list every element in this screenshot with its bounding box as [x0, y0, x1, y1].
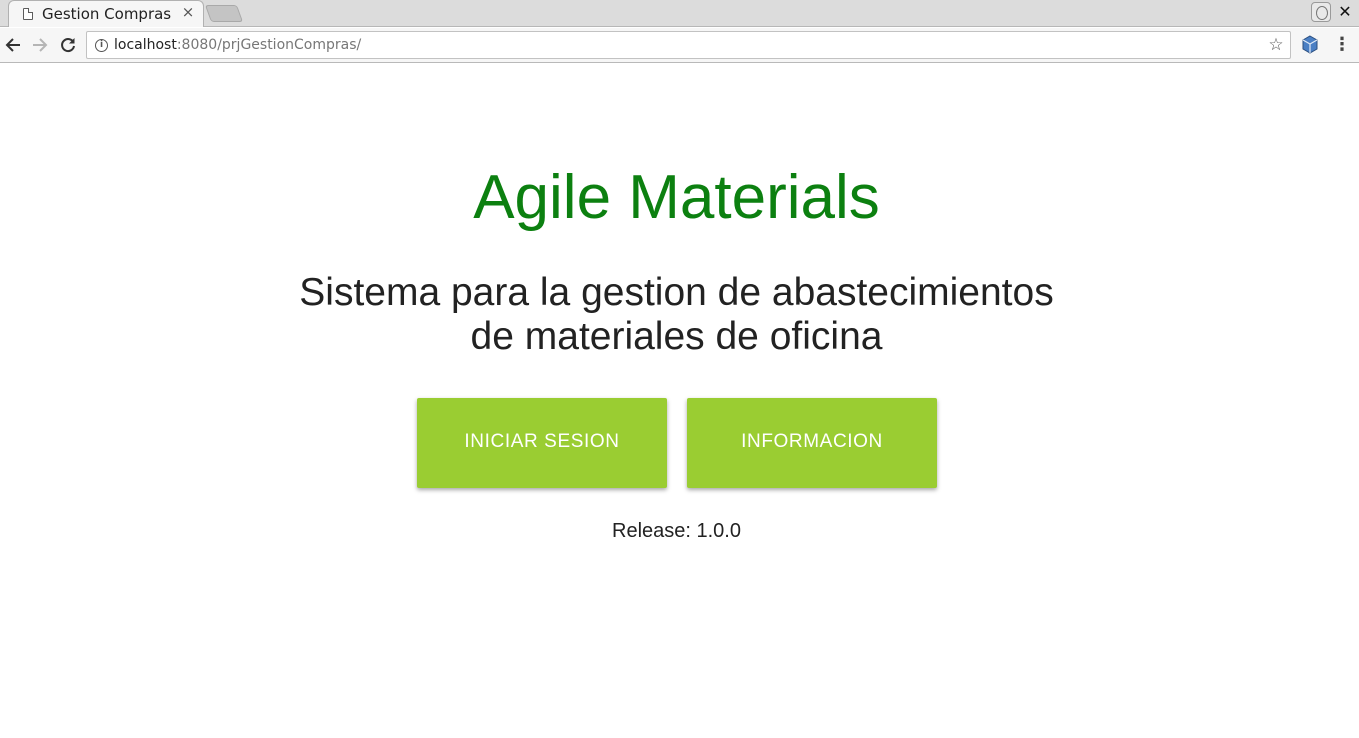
- forward-arrow-icon[interactable]: [29, 33, 51, 57]
- tab-title: Gestion Compras: [42, 5, 172, 23]
- star-icon[interactable]: ☆: [1266, 34, 1286, 56]
- page-title: Agile Materials: [473, 163, 880, 232]
- info-icon[interactable]: i: [95, 39, 108, 52]
- new-tab-button[interactable]: [204, 5, 244, 22]
- back-arrow-icon[interactable]: [2, 33, 24, 57]
- tab-gestion-compras[interactable]: Gestion Compras ×: [8, 0, 204, 27]
- menu-dots-icon[interactable]: ⋮: [1333, 33, 1351, 57]
- subtitle-line-2: de materiales de oficina: [470, 315, 883, 358]
- login-button[interactable]: INICIAR SESION: [417, 398, 667, 488]
- tab-strip: Gestion Compras × ✕: [0, 0, 1359, 27]
- page-icon: [23, 8, 33, 20]
- subtitle-line-1: Sistema para la gestion de abastecimient…: [299, 271, 1054, 314]
- profile-icon[interactable]: [1311, 2, 1331, 22]
- page-subtitle: Sistema para la gestion de abastecimient…: [270, 271, 1083, 359]
- window-close-icon[interactable]: ✕: [1337, 2, 1353, 22]
- tab-close-icon[interactable]: ×: [181, 3, 195, 21]
- info-button[interactable]: INFORMACION: [687, 398, 937, 488]
- browser-toolbar: i localhost:8080/prjGestionCompras/ ☆ ⋮: [0, 28, 1359, 63]
- page-content: Agile Materials Sistema para la gestion …: [0, 64, 1359, 738]
- release-version: Release: 1.0.0: [612, 520, 741, 542]
- extension-cube-icon[interactable]: [1301, 35, 1319, 55]
- address-bar[interactable]: i localhost:8080/prjGestionCompras/ ☆: [86, 31, 1291, 59]
- url-text[interactable]: localhost:8080/prjGestionCompras/: [114, 37, 361, 53]
- reload-icon[interactable]: [57, 33, 79, 57]
